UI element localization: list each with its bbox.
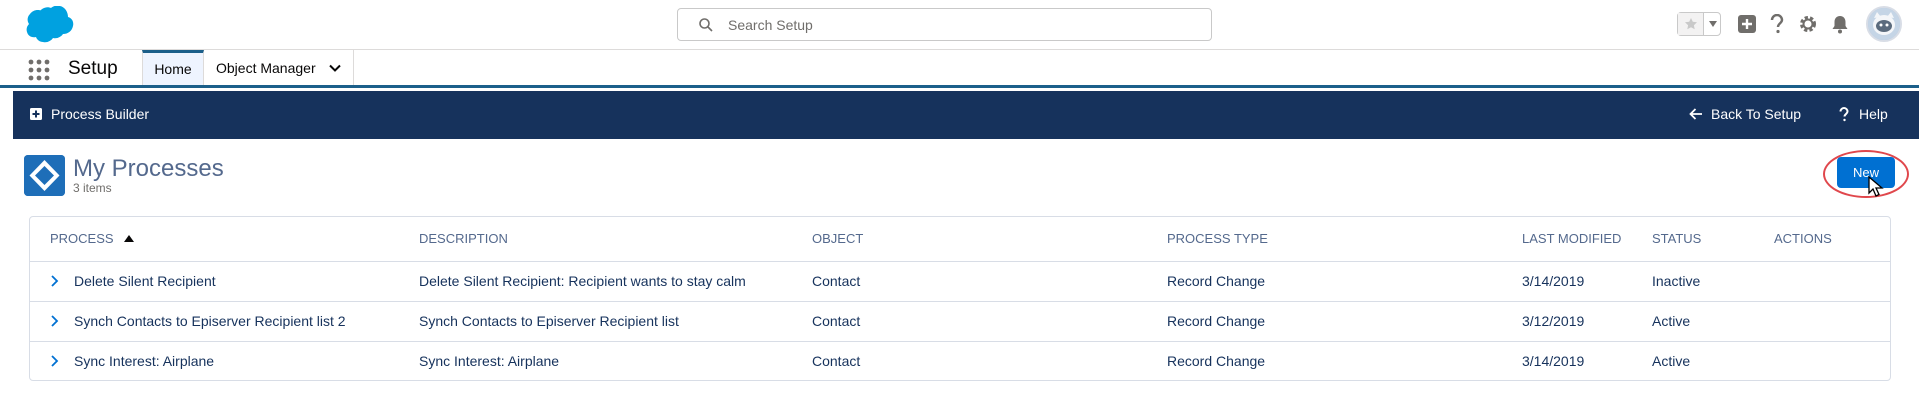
search-icon xyxy=(699,18,713,32)
question-icon xyxy=(1839,106,1849,121)
chevron-down-icon[interactable] xyxy=(329,62,341,74)
app-name: Setup xyxy=(68,58,118,79)
description-cell: Delete Silent Recipient: Recipient wants… xyxy=(419,261,812,302)
process-builder-bar: Process Builder Back To Setup Help xyxy=(13,91,1919,139)
chevron-right-icon[interactable] xyxy=(50,315,60,327)
last-modified-cell: 3/14/2019 xyxy=(1522,353,1585,370)
search-input[interactable] xyxy=(728,15,1188,35)
new-button[interactable]: New xyxy=(1837,157,1895,188)
last-modified-cell: 3/14/2019 xyxy=(1522,261,1652,302)
plus-square-icon xyxy=(30,108,42,120)
help-link[interactable]: Help xyxy=(1839,106,1888,122)
process-builder-title: Process Builder xyxy=(51,106,150,122)
chevron-right-icon[interactable] xyxy=(50,275,60,287)
object-cell: Contact xyxy=(812,261,1167,302)
favorites-group[interactable] xyxy=(1677,12,1721,36)
column-header-last-modified[interactable]: LAST MODIFIED xyxy=(1522,217,1652,262)
star-icon[interactable] xyxy=(1678,13,1704,35)
arrow-left-icon xyxy=(1689,108,1702,120)
process-cell[interactable]: Delete Silent Recipient xyxy=(30,261,419,302)
table-row[interactable]: Synch Contacts to Episerver Recipient li… xyxy=(30,301,1890,342)
description-cell: Sync Interest: Airplane xyxy=(419,353,560,370)
actions-cell xyxy=(1774,261,1890,302)
bell-icon[interactable] xyxy=(1829,13,1851,35)
column-header-status[interactable]: STATUS xyxy=(1652,217,1774,262)
global-header xyxy=(0,0,1919,50)
actions-cell xyxy=(1774,341,1890,381)
tab-home[interactable]: Home xyxy=(142,50,204,85)
column-header-actions: ACTIONS xyxy=(1774,217,1890,262)
help-icon[interactable] xyxy=(1766,13,1788,35)
add-icon[interactable] xyxy=(1736,13,1758,35)
tab-object-manager[interactable]: Object Manager xyxy=(204,50,354,85)
process-name: Delete Silent Recipient xyxy=(74,273,216,289)
process-name: Sync Interest: Airplane xyxy=(74,353,215,370)
description-cell: Synch Contacts to Episerver Recipient li… xyxy=(419,301,812,342)
table-header-row: PROCESS DESCRIPTION OBJECT PROCESS TYPE … xyxy=(30,217,1890,262)
back-to-setup-label: Back To Setup xyxy=(1711,106,1802,122)
tab-object-manager-label: Object Manager xyxy=(216,59,316,76)
process-type-cell: Record Change xyxy=(1167,353,1266,370)
sort-up-icon[interactable] xyxy=(123,235,134,243)
process-icon xyxy=(24,155,65,196)
column-header-process-type[interactable]: PROCESS TYPE xyxy=(1167,217,1522,262)
process-type-cell: Record Change xyxy=(1167,301,1522,342)
column-header-process-label: PROCESS xyxy=(50,231,114,247)
table-row[interactable]: Delete Silent Recipient Delete Silent Re… xyxy=(30,261,1890,302)
chevron-right-icon[interactable] xyxy=(50,355,60,367)
salesforce-logo[interactable] xyxy=(14,6,74,44)
search-box[interactable] xyxy=(677,8,1212,41)
process-name: Synch Contacts to Episerver Recipient li… xyxy=(74,313,346,329)
avatar[interactable] xyxy=(1866,6,1902,42)
processes-table: PROCESS DESCRIPTION OBJECT PROCESS TYPE … xyxy=(29,216,1891,381)
object-cell: Contact xyxy=(812,301,1167,342)
status-cell: Active xyxy=(1652,301,1774,342)
back-to-setup-link[interactable]: Back To Setup xyxy=(1689,106,1801,122)
help-label: Help xyxy=(1859,106,1888,122)
page-title: My Processes xyxy=(73,155,224,182)
process-cell[interactable]: Synch Contacts to Episerver Recipient li… xyxy=(30,301,419,342)
status-cell: Inactive xyxy=(1652,261,1774,302)
actions-cell xyxy=(1774,301,1890,342)
process-type-cell: Record Change xyxy=(1167,261,1522,302)
object-cell: Contact xyxy=(812,353,861,370)
status-cell: Active xyxy=(1652,353,1691,370)
process-cell[interactable]: Sync Interest: Airplane xyxy=(30,341,419,381)
column-header-object[interactable]: OBJECT xyxy=(812,217,1167,262)
column-header-description[interactable]: DESCRIPTION xyxy=(419,217,812,262)
table-row[interactable]: Sync Interest: Airplane Sync Interest: A… xyxy=(30,341,1890,381)
cursor-icon xyxy=(1868,176,1884,197)
last-modified-cell: 3/12/2019 xyxy=(1522,301,1652,342)
app-launcher-icon[interactable] xyxy=(28,59,50,81)
gear-icon[interactable] xyxy=(1797,13,1819,35)
chevron-down-icon[interactable] xyxy=(1705,13,1721,35)
column-header-process[interactable]: PROCESS xyxy=(30,217,419,262)
context-bar: Setup Home Object Manager xyxy=(0,50,1919,88)
item-count: 3 items xyxy=(73,181,112,195)
